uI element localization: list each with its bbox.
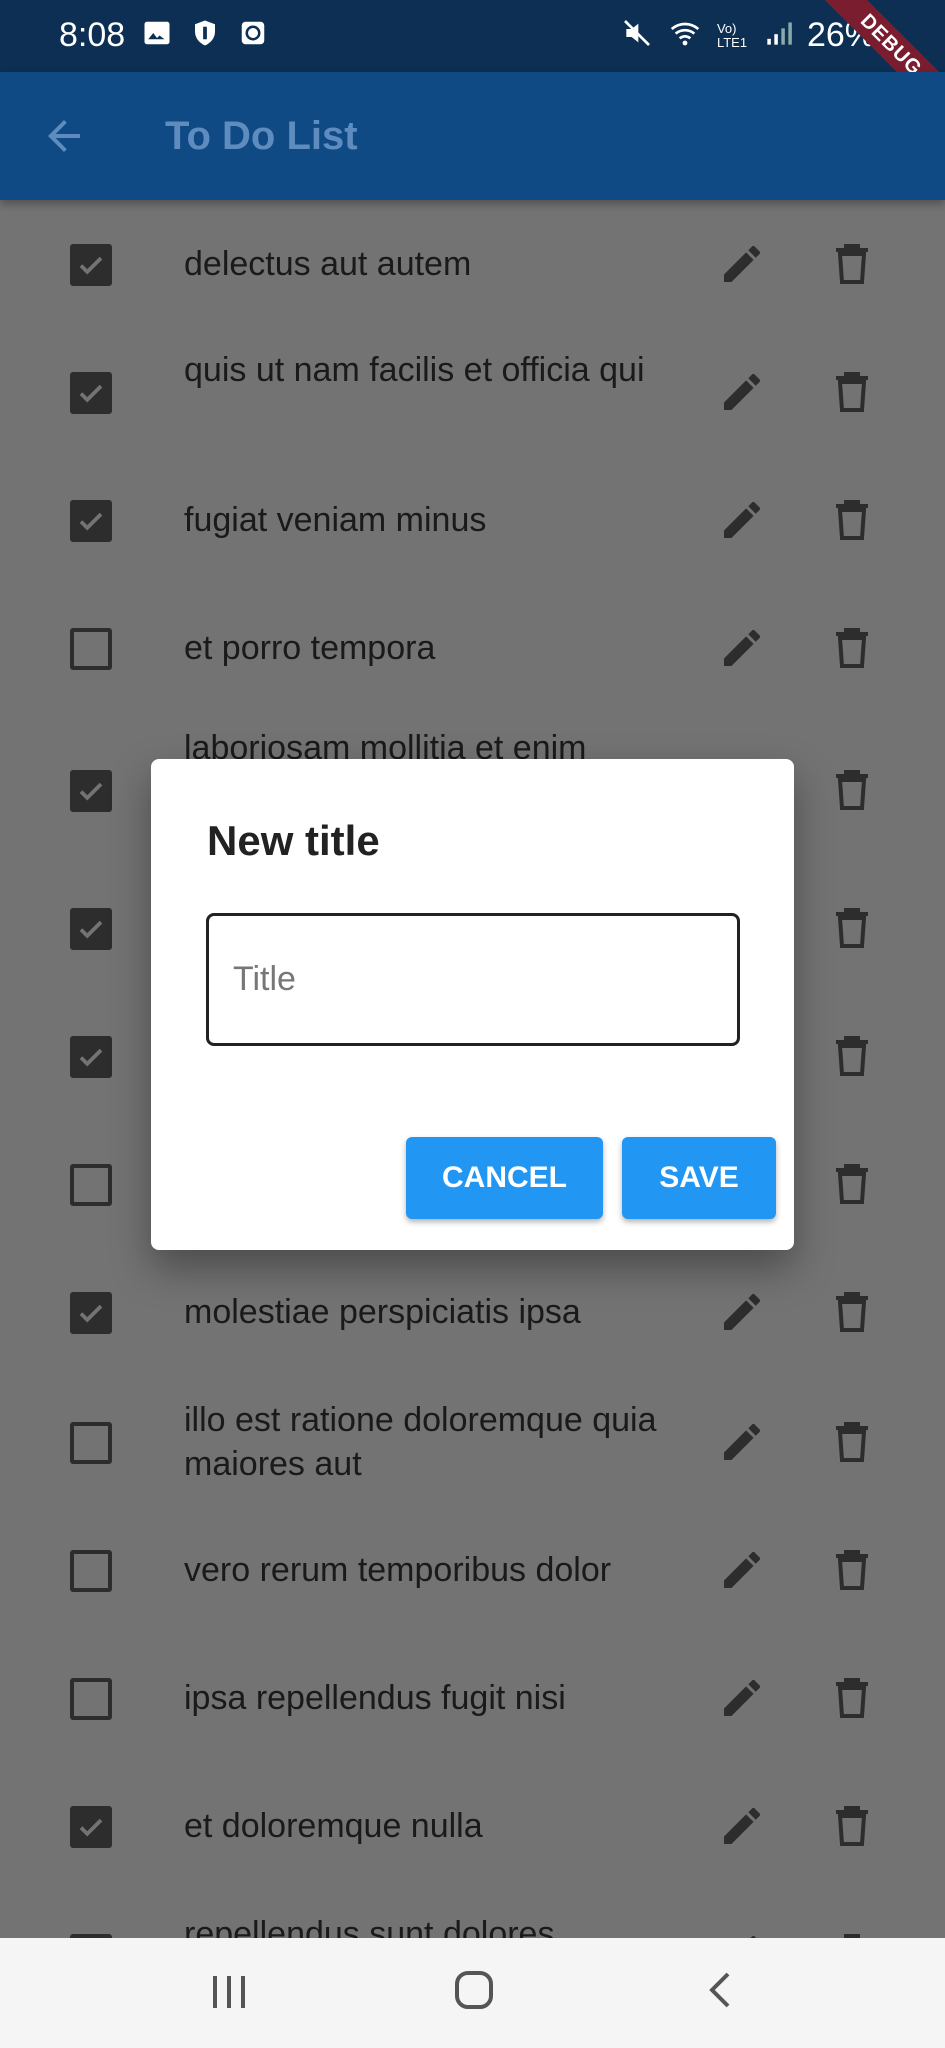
dialog-title: New title <box>207 817 380 864</box>
home-icon[interactable] <box>452 1968 496 2017</box>
system-back-icon[interactable] <box>700 1968 744 2017</box>
new-title-dialog: New title CANCEL SAVE <box>151 759 794 1250</box>
recents-icon[interactable] <box>205 1970 253 2019</box>
system-nav-bar <box>0 1938 945 2048</box>
save-button[interactable]: SAVE <box>622 1137 776 1219</box>
title-input[interactable] <box>206 913 740 1046</box>
cancel-button[interactable]: CANCEL <box>406 1137 603 1219</box>
